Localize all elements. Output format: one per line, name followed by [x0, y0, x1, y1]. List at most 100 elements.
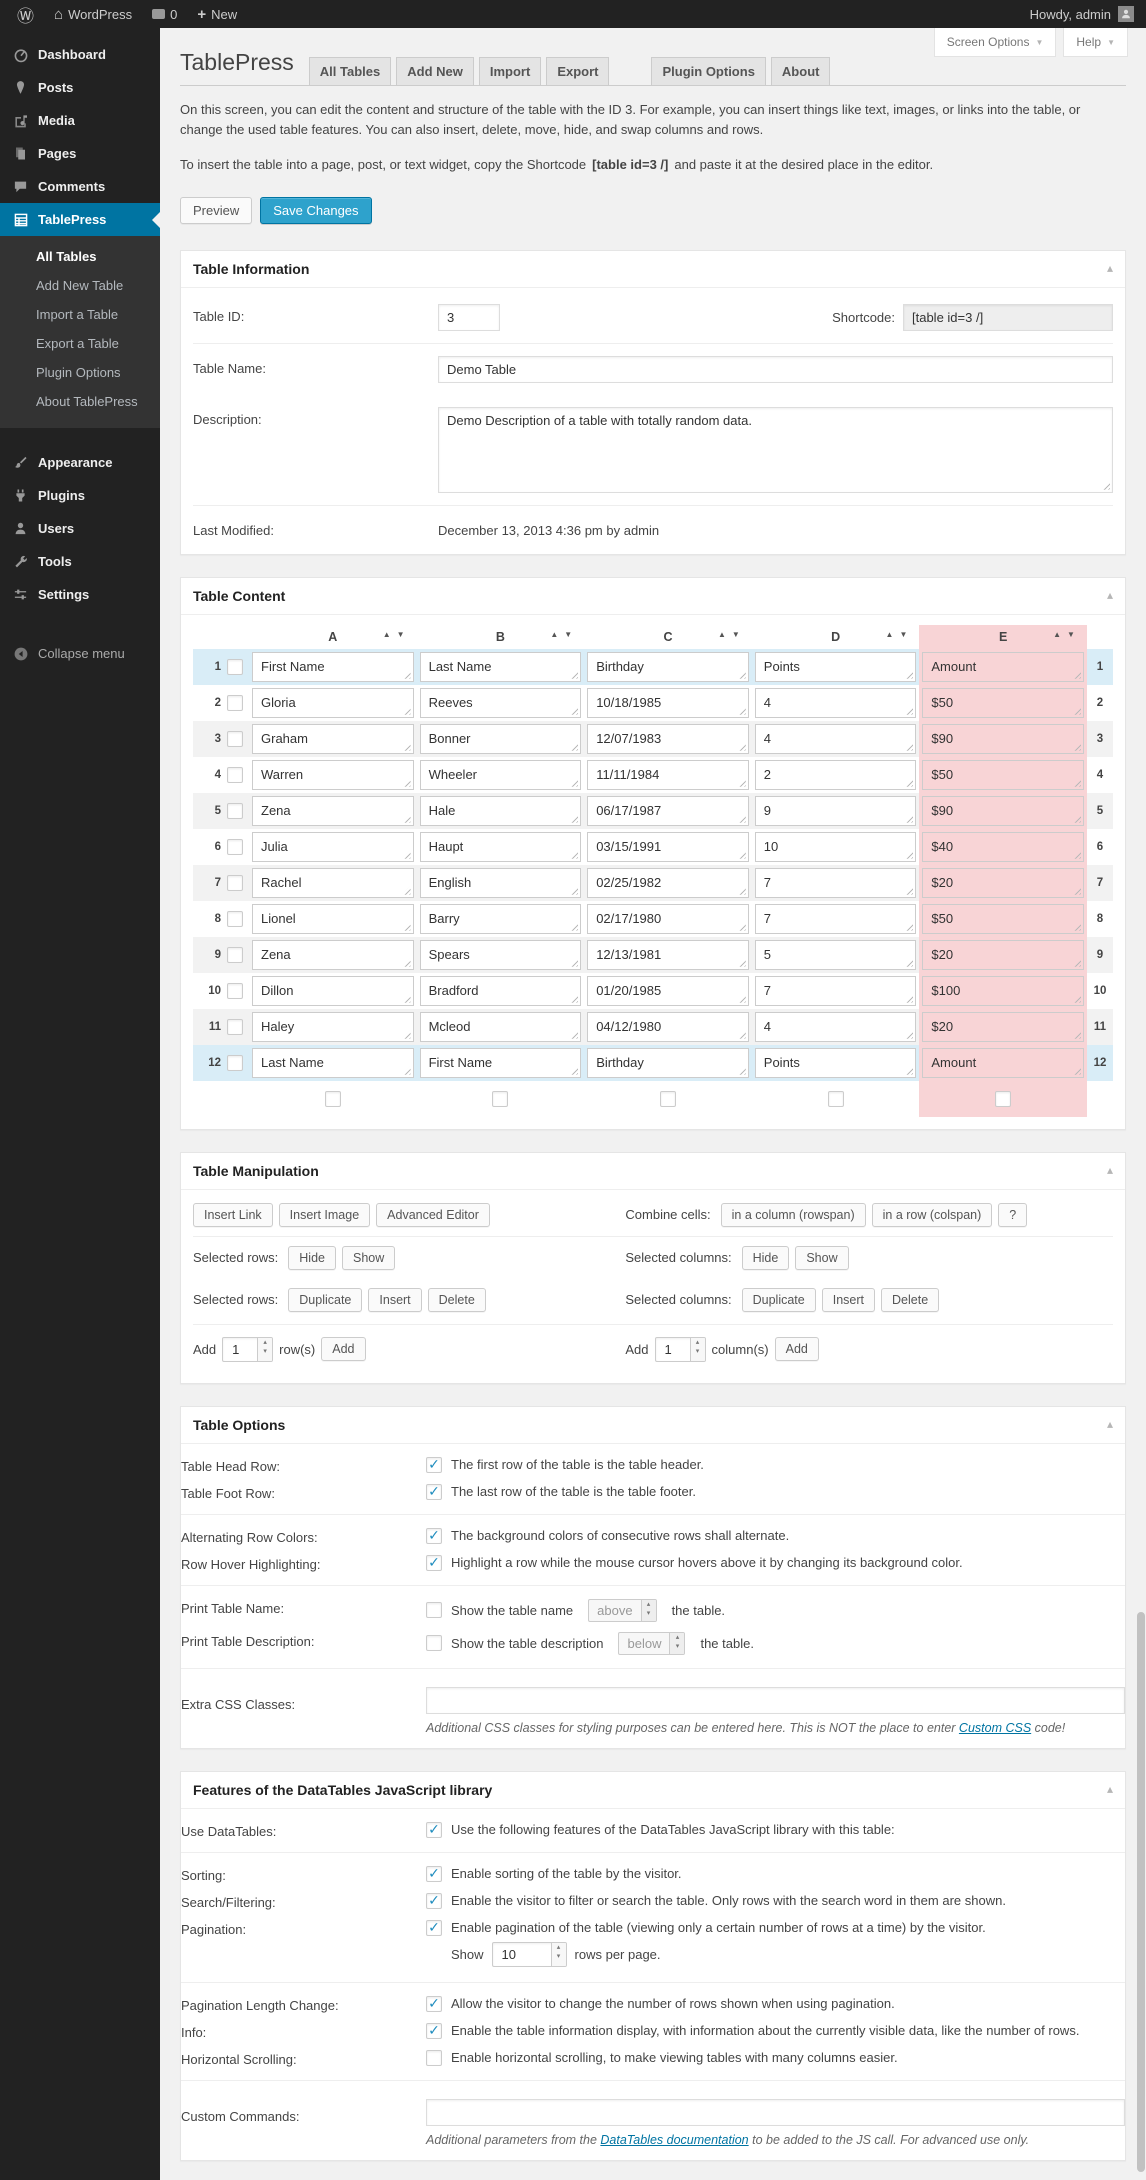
column-header-D[interactable]: D▲▼ [752, 625, 920, 649]
sidebar-item-tablepress[interactable]: TablePress [0, 203, 160, 236]
cell-input-D1[interactable]: Points [755, 652, 917, 682]
print-name-position-select[interactable]: above▴▾ [588, 1599, 656, 1622]
collapse-panel-icon[interactable]: ▴ [1107, 588, 1113, 602]
add-columns-stepper[interactable]: 1 ▴▾ [655, 1337, 706, 1362]
collapse-panel-icon[interactable]: ▴ [1107, 1782, 1113, 1796]
extra-css-input[interactable] [426, 1687, 1125, 1714]
column-checkbox-B[interactable]: ✓ [492, 1091, 508, 1107]
sidebar-item-posts[interactable]: Posts [0, 71, 160, 104]
submenu-import-a-table[interactable]: Import a Table [0, 300, 160, 329]
columns-hide-button[interactable]: Hide [742, 1246, 790, 1270]
tab-plugin-options[interactable]: Plugin Options [651, 57, 765, 85]
shortcode-inline[interactable]: [table id=3 /] [586, 157, 674, 172]
cell-input-E7[interactable]: $20 [922, 868, 1084, 898]
row-checkbox[interactable]: ✓ [227, 1019, 243, 1035]
custom-commands-input[interactable] [426, 2099, 1125, 2126]
cell-input-D7[interactable]: 7 [755, 868, 917, 898]
table-options-header[interactable]: Table Options ▴ [181, 1407, 1125, 1444]
sort-asc-icon[interactable]: ▲ [1053, 630, 1061, 639]
column-checkbox-C[interactable]: ✓ [660, 1091, 676, 1107]
cell-input-B2[interactable]: Reeves [420, 688, 582, 718]
table-name-input[interactable] [438, 356, 1113, 383]
description-textarea[interactable]: Demo Description of a table with totally… [438, 407, 1113, 493]
table-id-input[interactable] [438, 304, 500, 331]
sidebar-item-comments[interactable]: Comments [0, 170, 160, 203]
add-columns-button[interactable]: Add [775, 1337, 819, 1361]
insert-link-button[interactable]: Insert Link [193, 1203, 273, 1227]
new-content-menu[interactable]: + New [188, 0, 246, 28]
columns-insert-button[interactable]: Insert [822, 1288, 875, 1312]
cell-input-E5[interactable]: $90 [922, 796, 1084, 826]
tab-export[interactable]: Export [546, 57, 609, 85]
sort-desc-icon[interactable]: ▼ [397, 630, 405, 639]
search-checkbox[interactable]: ✓ [426, 1893, 442, 1909]
sidebar-item-users[interactable]: Users [0, 512, 160, 545]
help-button[interactable]: Help ▼ [1063, 28, 1128, 57]
row-checkbox[interactable]: ✓ [227, 1055, 243, 1071]
cell-input-E3[interactable]: $90 [922, 724, 1084, 754]
cell-input-B11[interactable]: Mcleod [420, 1012, 582, 1042]
comments-menu[interactable]: 0 [143, 0, 186, 28]
submenu-plugin-options[interactable]: Plugin Options [0, 358, 160, 387]
cell-input-E1[interactable]: Amount [922, 652, 1084, 682]
columns-duplicate-button[interactable]: Duplicate [742, 1288, 816, 1312]
info-checkbox[interactable]: ✓ [426, 2023, 442, 2039]
cell-input-C4[interactable]: 11/11/1984 [587, 760, 749, 790]
cell-input-B8[interactable]: Barry [420, 904, 582, 934]
cell-input-A5[interactable]: Zena [252, 796, 414, 826]
cell-input-C2[interactable]: 10/18/1985 [587, 688, 749, 718]
spinner-arrows-icon[interactable]: ▴▾ [257, 1338, 272, 1361]
cell-input-A6[interactable]: Julia [252, 832, 414, 862]
pagination-checkbox[interactable]: ✓ [426, 1920, 442, 1936]
tab-import[interactable]: Import [479, 57, 541, 85]
cell-input-D3[interactable]: 4 [755, 724, 917, 754]
scrollbar-thumb[interactable] [1137, 1612, 1145, 2172]
cell-input-A2[interactable]: Gloria [252, 688, 414, 718]
cell-input-A12[interactable]: Last Name [252, 1048, 414, 1078]
cell-input-B3[interactable]: Bonner [420, 724, 582, 754]
cell-input-C12[interactable]: Birthday [587, 1048, 749, 1078]
head-row-checkbox[interactable]: ✓ [426, 1457, 442, 1473]
use-datatables-checkbox[interactable]: ✓ [426, 1822, 442, 1838]
cell-input-E10[interactable]: $100 [922, 976, 1084, 1006]
cell-input-B7[interactable]: English [420, 868, 582, 898]
tab-all-tables[interactable]: All Tables [309, 57, 391, 85]
column-header-B[interactable]: B▲▼ [417, 625, 585, 649]
preview-button[interactable]: Preview [180, 197, 252, 224]
cell-input-D5[interactable]: 9 [755, 796, 917, 826]
rows-hide-button[interactable]: Hide [288, 1246, 336, 1270]
sidebar-item-pages[interactable]: Pages [0, 137, 160, 170]
table-manipulation-header[interactable]: Table Manipulation ▴ [181, 1153, 1125, 1190]
print-name-checkbox[interactable]: ✓ [426, 1602, 442, 1618]
row-checkbox[interactable]: ✓ [227, 803, 243, 819]
cell-input-D8[interactable]: 7 [755, 904, 917, 934]
sort-asc-icon[interactable]: ▲ [383, 630, 391, 639]
collapse-panel-icon[interactable]: ▴ [1107, 261, 1113, 275]
row-checkbox[interactable]: ✓ [227, 875, 243, 891]
foot-row-checkbox[interactable]: ✓ [426, 1484, 442, 1500]
site-menu[interactable]: ⌂ WordPress [45, 0, 141, 28]
table-information-header[interactable]: Table Information ▴ [181, 251, 1125, 288]
avatar[interactable] [1118, 6, 1134, 22]
column-checkbox-D[interactable]: ✓ [828, 1091, 844, 1107]
row-checkbox[interactable]: ✓ [227, 695, 243, 711]
sorting-checkbox[interactable]: ✓ [426, 1866, 442, 1882]
sort-desc-icon[interactable]: ▼ [732, 630, 740, 639]
column-checkbox-E[interactable]: ✓ [995, 1091, 1011, 1107]
cell-input-A9[interactable]: Zena [252, 940, 414, 970]
screen-options-button[interactable]: Screen Options ▼ [934, 28, 1057, 57]
cell-input-B1[interactable]: Last Name [420, 652, 582, 682]
column-header-A[interactable]: A▲▼ [249, 625, 417, 649]
cell-input-D9[interactable]: 5 [755, 940, 917, 970]
cell-input-C7[interactable]: 02/25/1982 [587, 868, 749, 898]
collapse-menu-button[interactable]: Collapse menu [0, 637, 160, 670]
sidebar-item-settings[interactable]: Settings [0, 578, 160, 611]
sort-asc-icon[interactable]: ▲ [886, 630, 894, 639]
pagination-length-checkbox[interactable]: ✓ [426, 1996, 442, 2012]
alternating-colors-checkbox[interactable]: ✓ [426, 1528, 442, 1544]
insert-image-button[interactable]: Insert Image [279, 1203, 370, 1227]
cell-input-C8[interactable]: 02/17/1980 [587, 904, 749, 934]
wordpress-logo-menu[interactable]: Ⓦ [8, 0, 43, 28]
cell-input-B6[interactable]: Haupt [420, 832, 582, 862]
cell-input-C6[interactable]: 03/15/1991 [587, 832, 749, 862]
